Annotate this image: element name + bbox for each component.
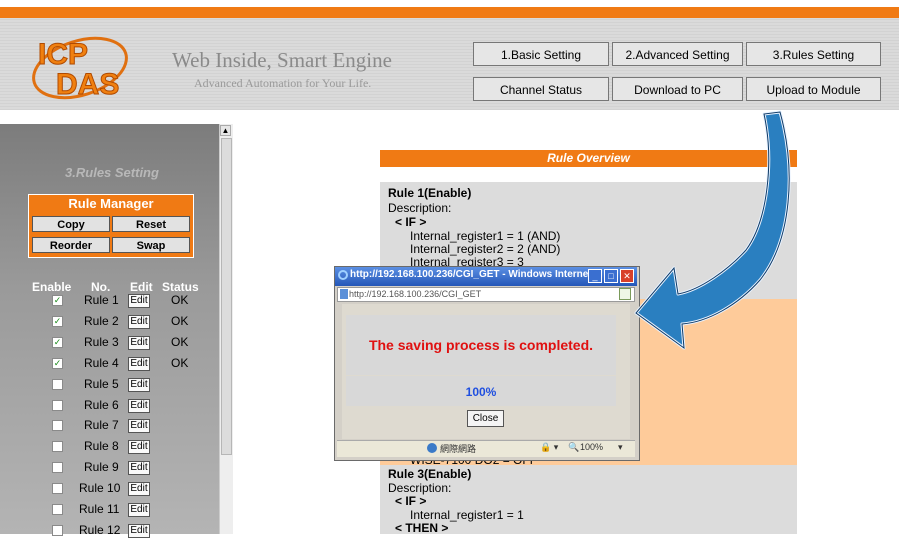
maximize-icon[interactable]: □ (604, 269, 618, 283)
scroll-up-arrow-icon[interactable]: ▲ (220, 125, 231, 136)
protected-mode-icon[interactable]: 🔒 ▾ (540, 442, 558, 453)
ie-icon (338, 269, 348, 280)
enable-checkbox[interactable] (52, 525, 63, 536)
enable-checkbox[interactable]: ✓ (52, 316, 63, 327)
rule1-condition: Internal_register2 = 2 (AND) (410, 242, 561, 256)
enable-checkbox[interactable]: ✓ (52, 358, 63, 369)
svg-text:ICP: ICP (38, 38, 88, 71)
rule1-description: Description: (388, 201, 452, 215)
enable-checkbox[interactable] (52, 379, 63, 390)
curved-arrow-annotation (634, 110, 791, 350)
scroll-thumb[interactable] (221, 138, 232, 455)
nav-channel-status[interactable]: Channel Status (473, 77, 609, 101)
edit-button[interactable]: Edit (128, 315, 150, 329)
enable-checkbox[interactable] (52, 441, 63, 452)
copy-button[interactable]: Copy (32, 216, 110, 232)
rule-manager-title: Rule Manager (68, 196, 154, 211)
popup-title: http://192.168.100.236/CGI_GET - Windows… (350, 269, 597, 280)
edit-button[interactable]: Edit (128, 524, 150, 538)
reorder-button[interactable]: Reorder (32, 237, 110, 253)
close-button[interactable]: Close (467, 410, 504, 427)
rule-name: Rule 11 (79, 502, 120, 516)
swap-button[interactable]: Swap (112, 237, 190, 253)
rule-name: Rule 1 (84, 293, 119, 307)
subtagline: Advanced Automation for Your Life. (194, 76, 372, 90)
edit-button[interactable]: Edit (128, 419, 150, 433)
column-status: Status (162, 280, 199, 294)
save-complete-message: The saving process is completed. (368, 337, 594, 353)
column-edit: Edit (130, 280, 153, 294)
edit-button[interactable]: Edit (128, 378, 150, 392)
rule1-condition: Internal_register1 = 1 (AND) (410, 229, 561, 243)
progress-percent: 100% (465, 385, 497, 399)
nav-upload-to-module[interactable]: Upload to Module (746, 77, 881, 101)
edit-button[interactable]: Edit (128, 461, 150, 475)
rule-status: OK (171, 335, 189, 349)
rule-name: Rule 9 (84, 460, 119, 474)
nav-rules-setting[interactable]: 3.Rules Setting (746, 42, 881, 66)
edit-button[interactable]: Edit (128, 399, 150, 413)
column-enable: Enable (32, 280, 72, 294)
enable-checkbox[interactable] (52, 462, 63, 473)
rule1-if: < IF > (395, 215, 427, 229)
rule-name: Rule 3 (84, 335, 119, 349)
edit-button[interactable]: Edit (128, 294, 150, 308)
rule-status: OK (171, 293, 189, 307)
rule-name: Rule 12 (79, 523, 121, 537)
enable-checkbox[interactable] (52, 504, 63, 515)
edit-button[interactable]: Edit (128, 440, 150, 454)
nav-advanced-setting[interactable]: 2.Advanced Setting (612, 42, 743, 66)
rule-name: Rule 10 (79, 481, 121, 495)
internet-globe-icon (427, 443, 437, 453)
edit-button[interactable]: Edit (128, 503, 150, 517)
svg-text:DAS: DAS (56, 68, 119, 101)
page-icon (340, 289, 348, 299)
rule-name: Rule 8 (84, 439, 119, 453)
reset-button[interactable]: Reset (112, 216, 190, 232)
rule1-heading: Rule 1(Enable) (388, 186, 472, 200)
rule3-heading: Rule 3(Enable) (388, 467, 472, 481)
rule-name: Rule 6 (84, 398, 119, 412)
edit-button[interactable]: Edit (128, 482, 150, 496)
header-accent-bar (0, 7, 899, 18)
minimize-icon[interactable]: _ (588, 269, 602, 283)
rule-status: OK (171, 314, 189, 328)
enable-checkbox[interactable] (52, 483, 63, 494)
icpdas-logo: ICP DAS (32, 36, 128, 102)
rule3-description: Description: (388, 481, 452, 495)
enable-checkbox[interactable]: ✓ (52, 337, 63, 348)
rule-status: OK (171, 356, 189, 370)
enable-checkbox[interactable] (52, 400, 63, 411)
status-zone: 網際網路 (440, 444, 477, 454)
nav-basic-setting[interactable]: 1.Basic Setting (473, 42, 609, 66)
enable-checkbox[interactable]: ✓ (52, 295, 63, 306)
edit-button[interactable]: Edit (128, 336, 150, 350)
rule3-then: < THEN > (395, 521, 449, 535)
rule-name: Rule 4 (84, 356, 119, 370)
enable-checkbox[interactable] (52, 420, 63, 431)
edit-button[interactable]: Edit (128, 357, 150, 371)
popup-url: http://192.168.100.236/CGI_GET (349, 289, 482, 299)
top-strip (0, 0, 899, 7)
sidebar-title: 3.Rules Setting (65, 165, 159, 180)
zoom-level[interactable]: 100% (580, 442, 603, 452)
tagline: Web Inside, Smart Engine (172, 48, 392, 72)
nav-download-to-pc[interactable]: Download to PC (612, 77, 743, 101)
column-no: No. (91, 280, 111, 294)
rule-name: Rule 5 (84, 377, 119, 391)
rule3-if: < IF > (395, 494, 427, 508)
zoom-dropdown-icon[interactable]: ▾ (618, 442, 623, 453)
zoom-icon: 🔍 (568, 442, 580, 452)
rule3-condition: Internal_register1 = 1 (410, 508, 524, 522)
rule-name: Rule 2 (84, 314, 119, 328)
rule-name: Rule 7 (84, 418, 119, 432)
